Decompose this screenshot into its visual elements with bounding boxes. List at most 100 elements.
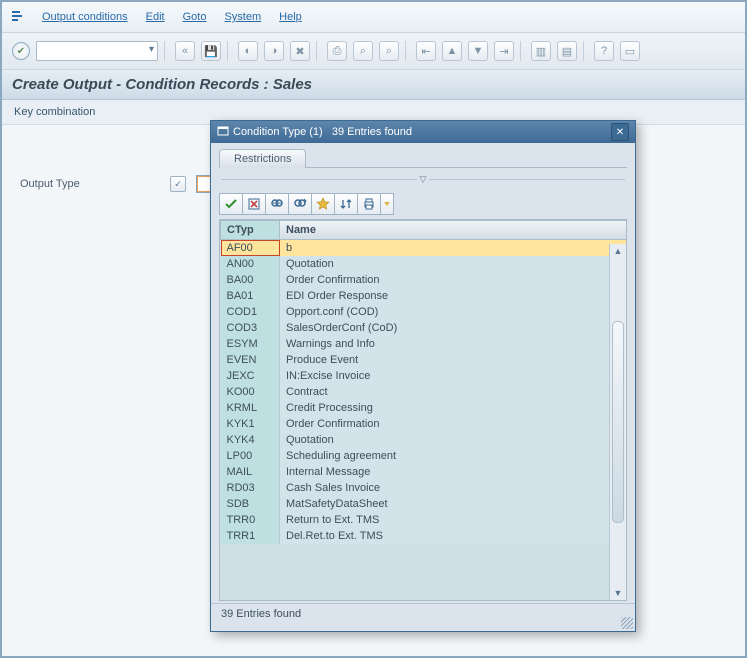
col-header-name[interactable]: Name <box>280 221 627 240</box>
key-combination-label[interactable]: Key combination <box>14 106 95 118</box>
cell-code: MAIL <box>221 464 280 480</box>
continue-button[interactable] <box>219 193 243 215</box>
table-row[interactable]: TRR1Del.Ret.to Ext. TMS <box>221 528 627 544</box>
table-row[interactable]: AF00b <box>221 240 627 257</box>
help-icon[interactable]: ? <box>594 41 614 61</box>
toolbar-separator <box>227 41 232 61</box>
output-type-label: Output Type <box>20 178 160 190</box>
cell-name: Order Confirmation <box>280 272 627 288</box>
dialog-title-count: 39 Entries found <box>332 126 412 138</box>
page-title: Create Output - Condition Records : Sale… <box>12 76 735 93</box>
sort-button[interactable] <box>335 193 358 215</box>
print-button[interactable] <box>358 193 381 215</box>
grid-scrollbar[interactable]: ▲ ▼ <box>609 244 626 600</box>
last-page-icon[interactable]: ⇥ <box>494 41 514 61</box>
cell-name: Quotation <box>280 432 627 448</box>
more-button[interactable] <box>381 193 394 215</box>
toolbar-separator <box>316 41 321 61</box>
table-row[interactable]: KO00Contract <box>221 384 627 400</box>
layout-icon[interactable]: ▭ <box>620 41 640 61</box>
search-next-button[interactable] <box>289 193 312 215</box>
menu-help[interactable]: Help <box>279 11 302 23</box>
search-button[interactable] <box>266 193 289 215</box>
back-button[interactable]: « <box>175 41 195 61</box>
dialog-tabs: Restrictions <box>211 143 635 168</box>
exit-icon[interactable]: ◑ <box>264 41 284 61</box>
table-row[interactable]: COD1Opport.conf (COD) <box>221 304 627 320</box>
menu-command-icon[interactable] <box>10 9 24 26</box>
table-row[interactable]: BA01EDI Order Response <box>221 288 627 304</box>
toolbar-separator <box>164 41 169 61</box>
dialog-titlebar: Condition Type (1) 39 Entries found ✕ <box>211 121 635 143</box>
create-session-icon[interactable]: ▥ <box>531 41 551 61</box>
table-row[interactable]: AN00Quotation <box>221 256 627 272</box>
find-icon[interactable]: ⌕ <box>353 41 373 61</box>
cell-code: LP00 <box>221 448 280 464</box>
cell-code: EVEN <box>221 352 280 368</box>
next-page-icon[interactable]: ▼ <box>468 41 488 61</box>
menu-edit[interactable]: Edit <box>146 11 165 23</box>
table-row[interactable]: KRMLCredit Processing <box>221 400 627 416</box>
dialog-status-bar: 39 Entries found <box>211 603 635 624</box>
cell-name: Order Confirmation <box>280 416 627 432</box>
cancel-icon[interactable]: ✖ <box>290 41 310 61</box>
cell-code: RD03 <box>221 480 280 496</box>
cell-name: MatSafetyDataSheet <box>280 496 627 512</box>
table-row[interactable]: KYK4Quotation <box>221 432 627 448</box>
table-row[interactable]: EVENProduce Event <box>221 352 627 368</box>
cell-code: SDB <box>221 496 280 512</box>
dialog-toolbar <box>211 191 635 217</box>
prev-page-icon[interactable]: ▲ <box>442 41 462 61</box>
table-row[interactable]: COD3SalesOrderConf (CoD) <box>221 320 627 336</box>
table-row[interactable]: MAILInternal Message <box>221 464 627 480</box>
chevron-down-icon: ▽ <box>417 174 430 185</box>
scroll-thumb[interactable] <box>612 321 624 523</box>
resize-handle[interactable] <box>621 617 633 629</box>
print-icon[interactable]: ⎙ <box>327 41 347 61</box>
cell-name: Cash Sales Invoice <box>280 480 627 496</box>
table-row[interactable]: BA00Order Confirmation <box>221 272 627 288</box>
table-row[interactable]: TRR0Return to Ext. TMS <box>221 512 627 528</box>
tab-restrictions[interactable]: Restrictions <box>219 149 306 168</box>
col-header-ctyp[interactable]: CTyp <box>221 221 280 240</box>
menu-system[interactable]: System <box>224 11 261 23</box>
table-row[interactable]: LP00Scheduling agreement <box>221 448 627 464</box>
enter-button[interactable]: ✔ <box>12 42 30 60</box>
cell-code: JEXC <box>221 368 280 384</box>
table-row[interactable]: ESYMWarnings and Info <box>221 336 627 352</box>
cell-name: Produce Event <box>280 352 627 368</box>
cell-code: BA00 <box>221 272 280 288</box>
cell-code: KRML <box>221 400 280 416</box>
command-field[interactable] <box>36 41 158 61</box>
table-row[interactable]: JEXCIN:Excise Invoice <box>221 368 627 384</box>
first-page-icon[interactable]: ⇤ <box>416 41 436 61</box>
menu-output-conditions[interactable]: Output conditions <box>42 11 128 23</box>
table-row[interactable]: RD03Cash Sales Invoice <box>221 480 627 496</box>
results-grid: CTyp Name AF00b AN00Quotation BA00Order … <box>219 219 627 601</box>
dialog-title: Condition Type (1) <box>233 126 323 138</box>
cell-name: IN:Excise Invoice <box>280 368 627 384</box>
cell-code: KYK4 <box>221 432 280 448</box>
cell-name: Scheduling agreement <box>280 448 627 464</box>
menu-goto[interactable]: Goto <box>183 11 207 23</box>
scroll-down-icon[interactable]: ▼ <box>614 588 623 598</box>
scroll-up-icon[interactable]: ▲ <box>614 246 623 256</box>
cell-name: Opport.conf (COD) <box>280 304 627 320</box>
cell-name: EDI Order Response <box>280 288 627 304</box>
cell-name: b <box>280 240 627 257</box>
table-row[interactable]: KYK1Order Confirmation <box>221 416 627 432</box>
back-icon[interactable]: ◐ <box>238 41 258 61</box>
personal-value-list-button[interactable] <box>312 193 335 215</box>
menu-bar: Output conditions Edit Goto System Help <box>2 2 745 33</box>
close-button[interactable]: ✕ <box>611 123 629 141</box>
cancel-button[interactable] <box>243 193 266 215</box>
cell-name: Return to Ext. TMS <box>280 512 627 528</box>
dialog-collapse-bar[interactable]: ▽ <box>211 168 635 191</box>
cell-code: AF00 <box>221 240 280 257</box>
save-button[interactable]: 💾 <box>201 41 221 61</box>
table-row[interactable]: SDBMatSafetyDataSheet <box>221 496 627 512</box>
cell-name: SalesOrderConf (CoD) <box>280 320 627 336</box>
generate-shortcut-icon[interactable]: ▤ <box>557 41 577 61</box>
find-next-icon[interactable]: ⌕ <box>379 41 399 61</box>
app-toolbar: ✔ « 💾 ◐ ◑ ✖ ⎙ ⌕ ⌕ ⇤ ▲ ▼ ⇥ ▥ ▤ ? ▭ <box>2 33 745 70</box>
